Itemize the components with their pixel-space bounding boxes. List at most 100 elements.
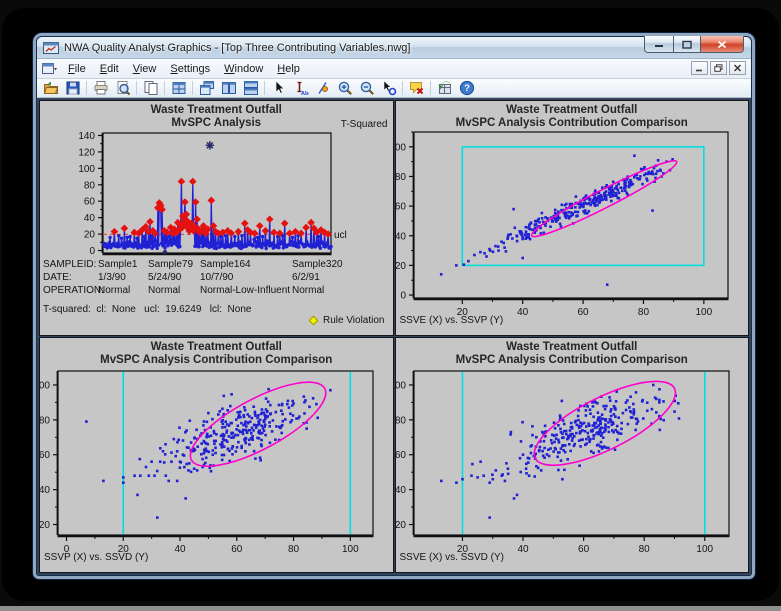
svg-text:60: 60 [396,202,406,213]
print-button[interactable] [90,80,111,97]
info-cell: Sample79 [148,259,194,270]
rule-violation-diamond-icon [308,315,319,326]
chart-panel-ssve-ssvp: Waste Treatment Outfall MvSPC Analysis C… [394,100,749,336]
info-row-label: SAMPLEID: [43,259,97,270]
tsquared-control-chart[interactable]: 0 20 40 60 80 100 120 140 ucl [40,101,392,336]
svg-text:60: 60 [40,450,50,461]
close-button[interactable] [701,36,744,53]
minimize-button[interactable] [644,36,673,53]
export-data-button[interactable] [434,80,455,97]
info-cell: Normal-Low-Influent [200,285,291,296]
print-preview-button[interactable] [112,80,133,97]
svg-text:40: 40 [40,485,50,496]
app-icon [43,41,59,55]
tile-vertical-button[interactable] [218,80,239,97]
help-button[interactable]: ? [456,80,477,97]
tile-horizontal-button[interactable] [240,80,261,97]
cascade-windows-button[interactable] [196,80,217,97]
tile-windows-button[interactable] [168,80,189,97]
mdi-child-icon[interactable] [42,62,57,75]
tile-windows-icon [171,80,187,96]
screenshot-background: NWA Quality Analyst Graphics - [Top Thre… [0,0,781,611]
ssve-ssvp-scatter-chart[interactable]: 02040608010020406080100 [396,101,748,336]
delete-annotation-icon [409,80,425,96]
svg-text:?: ? [464,83,470,94]
select-button[interactable] [268,80,289,97]
toolbar: Abc? [37,79,751,98]
toolbar-separator [86,81,87,95]
menu-edit[interactable]: Edit [93,61,126,77]
svg-text:80: 80 [396,172,406,183]
zoom-in-button[interactable] [334,80,355,97]
ssve-ssvd-scatter-chart[interactable]: 2040608010020406080100 [396,338,748,573]
menu-view[interactable]: View [126,61,164,77]
info-cell: Normal [292,285,325,296]
svg-text:100: 100 [696,544,713,555]
svg-text:20: 20 [84,230,96,241]
info-cell: 5/24/90 [148,272,182,283]
mdi-close-button[interactable] [729,61,746,75]
svg-text:20: 20 [396,520,406,531]
toolbar-separator [264,81,265,95]
svg-text:100: 100 [78,164,95,175]
svg-text:0: 0 [400,291,406,302]
tile-vertical-icon [221,80,237,96]
svg-text:40: 40 [174,544,186,555]
titlebar[interactable]: NWA Quality Analyst Graphics - [Top Thre… [37,36,751,59]
delete-annotation-button[interactable] [406,80,427,97]
cascade-windows-icon [199,80,215,96]
svg-text:20: 20 [396,261,406,272]
svg-text:140: 140 [78,131,95,142]
bottom-gray-strip [0,606,781,611]
svg-text:60: 60 [577,307,589,318]
text-annotation-icon: Abc [293,80,309,96]
mdi-restore-button[interactable] [710,61,727,75]
chart-panel-ssvp-ssvd: Waste Treatment Outfall MvSPC Analysis C… [39,337,394,573]
menu-window[interactable]: Window [217,61,270,77]
svg-text:60: 60 [231,544,243,555]
toolbar-separator [402,81,403,95]
select-point-button[interactable] [378,80,399,97]
info-cell: Sample320 [292,259,343,270]
save-button[interactable] [62,80,83,97]
toolbar-separator [136,81,137,95]
menu-help[interactable]: Help [270,61,307,77]
mdi-minimize-button[interactable] [691,61,708,75]
svg-text:20: 20 [40,520,50,531]
toolbar-separator [192,81,193,95]
select-point-icon [381,80,397,96]
chart-panel-tsquared: Waste Treatment Outfall MvSPC Analysis T… [39,100,394,336]
svg-text:40: 40 [517,307,529,318]
point-marker-icon [315,80,331,96]
menu-settings[interactable]: Settings [163,61,217,77]
svg-text:100: 100 [396,142,406,153]
svg-text:100: 100 [342,544,359,555]
menu-file[interactable]: File [61,61,93,77]
select-icon [271,80,287,96]
svg-text:80: 80 [84,180,96,191]
svg-text:80: 80 [40,415,50,426]
svg-text:80: 80 [637,307,649,318]
point-marker-button[interactable] [312,80,333,97]
copy-button[interactable] [140,80,161,97]
text-annotation-button[interactable]: Abc [290,80,311,97]
print-preview-icon [115,80,131,96]
svg-text:60: 60 [578,544,590,555]
info-cell: 1/3/90 [98,272,126,283]
tile-horizontal-icon [243,80,259,96]
window-controls [644,36,744,53]
save-icon [65,80,81,96]
zoom-out-button[interactable] [356,80,377,97]
maximize-button[interactable] [673,36,701,53]
info-cell: Normal [98,285,131,296]
control-limits-line: T-squared: cl: None ucl: 19.6249 lcl: No… [43,304,252,315]
toolbar-separator [430,81,431,95]
open-button[interactable] [40,80,61,97]
info-cell: Sample1 [98,259,138,270]
svg-text:100: 100 [396,380,406,391]
chart-workspace: Waste Treatment Outfall MvSPC Analysis T… [37,98,751,575]
svg-text:120: 120 [78,147,95,158]
ssvp-ssvd-scatter-chart[interactable]: 20406080100020406080100 [40,338,392,573]
info-cell: 10/7/90 [200,272,234,283]
svg-text:80: 80 [638,544,650,555]
